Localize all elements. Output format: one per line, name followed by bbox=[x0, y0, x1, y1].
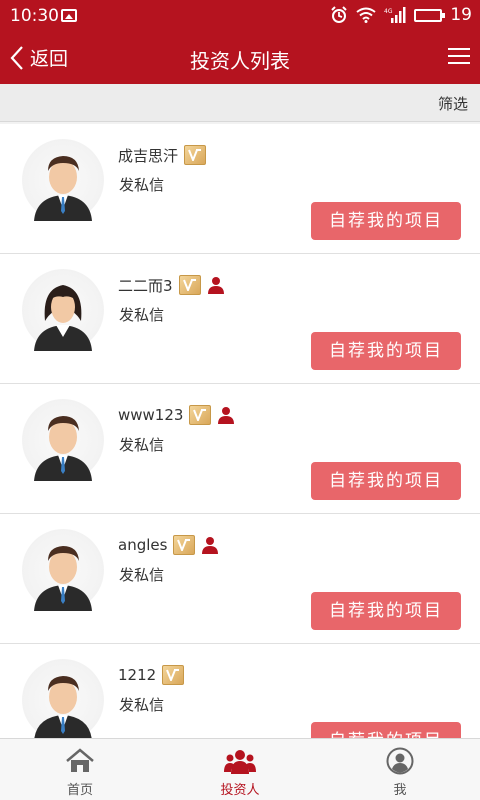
recommend-project-button[interactable]: 自荐我的项目 bbox=[311, 722, 461, 738]
status-time: 10:30 bbox=[10, 6, 59, 26]
investor-name: 成吉思汗 bbox=[118, 146, 179, 165]
verified-badge-icon bbox=[162, 665, 185, 685]
image-notification-icon bbox=[61, 9, 77, 22]
filter-button[interactable]: 筛选 bbox=[438, 93, 468, 114]
name-row: angles bbox=[118, 534, 219, 556]
name-row: www123 bbox=[118, 404, 235, 426]
name-row: 成吉思汗 bbox=[118, 144, 207, 166]
user-icon bbox=[217, 406, 235, 424]
profile-icon bbox=[384, 747, 416, 775]
verified-badge-icon bbox=[184, 145, 207, 165]
recommend-project-button[interactable]: 自荐我的项目 bbox=[311, 592, 461, 630]
network-type: 4G bbox=[384, 8, 393, 15]
investor-item[interactable]: 二二而3 发私信 自荐我的项目 bbox=[0, 254, 480, 384]
avatar-male[interactable] bbox=[22, 529, 104, 611]
filter-bar: 筛选 bbox=[0, 84, 480, 122]
recommend-project-button[interactable]: 自荐我的项目 bbox=[311, 462, 461, 500]
tab-profile-label: 我 bbox=[393, 783, 407, 798]
verified-badge-icon bbox=[173, 535, 196, 555]
status-bar: 10:30 4G 19 bbox=[0, 0, 480, 32]
investor-list[interactable]: 成吉思汗 发私信 自荐我的项目 二二而3 发私信 自荐我的项目 www123 发… bbox=[0, 124, 480, 738]
send-message-link[interactable]: 发私信 bbox=[119, 304, 164, 325]
send-message-link[interactable]: 发私信 bbox=[119, 694, 164, 715]
avatar-male[interactable] bbox=[22, 399, 104, 481]
tab-home-label: 首页 bbox=[66, 783, 93, 798]
menu-icon[interactable] bbox=[448, 48, 470, 66]
app-screen: 10:30 4G 19 返回 投资人列表 筛选 成吉思汗 发私信 自荐我的项目 … bbox=[0, 0, 480, 800]
wifi-icon bbox=[356, 7, 376, 23]
nav-bar: 返回 投资人列表 bbox=[0, 32, 480, 84]
avatar-male[interactable] bbox=[22, 139, 104, 221]
recommend-project-button[interactable]: 自荐我的项目 bbox=[311, 202, 461, 240]
tab-investors[interactable]: 投资人 bbox=[160, 739, 320, 800]
status-right: 4G 19 bbox=[330, 5, 472, 25]
name-row: 二二而3 bbox=[118, 274, 225, 296]
tab-investors-label: 投资人 bbox=[220, 783, 260, 798]
investor-item[interactable]: angles 发私信 自荐我的项目 bbox=[0, 514, 480, 644]
investor-item[interactable]: 1212 发私信 自荐我的项目 bbox=[0, 644, 480, 738]
investor-name: 二二而3 bbox=[118, 276, 173, 295]
investors-icon bbox=[224, 747, 256, 775]
send-message-link[interactable]: 发私信 bbox=[119, 434, 164, 455]
investor-name: angles bbox=[118, 536, 168, 554]
alarm-icon bbox=[330, 6, 348, 24]
investor-name: 1212 bbox=[118, 666, 157, 684]
bottom-tab-bar: 首页 投资人 我 bbox=[0, 738, 480, 800]
recommend-project-button[interactable]: 自荐我的项目 bbox=[311, 332, 461, 370]
send-message-link[interactable]: 发私信 bbox=[119, 174, 164, 195]
battery-level: 19 bbox=[450, 5, 472, 25]
tab-home[interactable]: 首页 bbox=[0, 739, 160, 800]
verified-badge-icon bbox=[189, 405, 212, 425]
send-message-link[interactable]: 发私信 bbox=[119, 564, 164, 585]
signal-icon: 4G bbox=[384, 7, 406, 23]
avatar-female[interactable] bbox=[22, 269, 104, 351]
battery-icon bbox=[414, 8, 446, 22]
home-icon bbox=[64, 747, 96, 775]
investor-item[interactable]: www123 发私信 自荐我的项目 bbox=[0, 384, 480, 514]
user-icon bbox=[201, 536, 219, 554]
page-title: 投资人列表 bbox=[190, 49, 290, 73]
avatar-male[interactable] bbox=[22, 659, 104, 738]
user-icon bbox=[207, 276, 225, 294]
investor-name: www123 bbox=[118, 406, 184, 424]
investor-item[interactable]: 成吉思汗 发私信 自荐我的项目 bbox=[0, 124, 480, 254]
tab-profile[interactable]: 我 bbox=[320, 739, 480, 800]
verified-badge-icon bbox=[178, 275, 201, 295]
name-row: 1212 bbox=[118, 664, 185, 686]
